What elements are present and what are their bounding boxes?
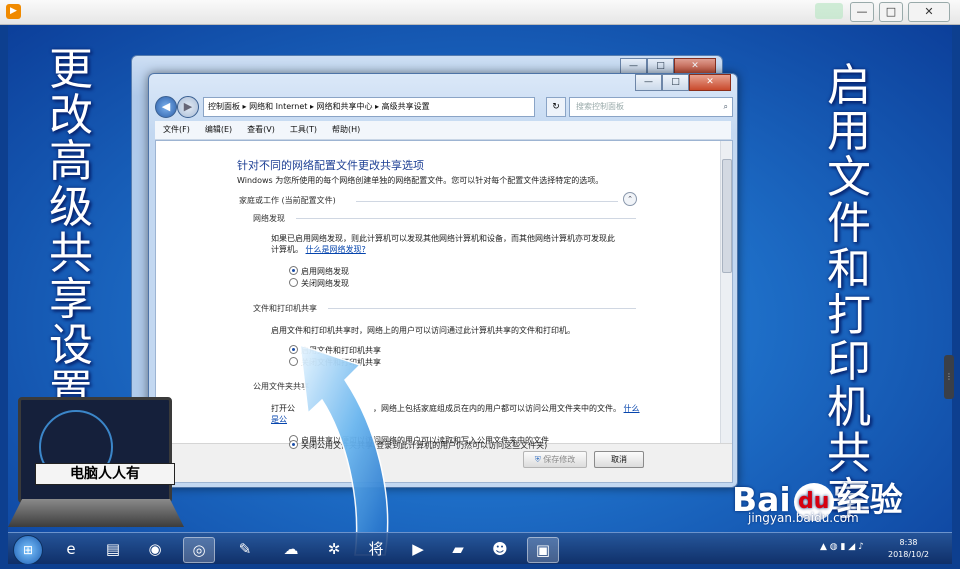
video-area: 更改高级共享设置 启用文件和打印机共享 — □ ✕ — □ ✕ ◀ ▶ 控制面板… — [8, 25, 952, 564]
laptop-label: 电脑人人有 — [35, 463, 175, 485]
refresh-icon[interactable]: ↻ — [546, 97, 566, 117]
address-bar[interactable]: 控制面板 ▸ 网络和 Internet ▸ 网络和共享中心 ▸ 高级共享设置 — [203, 97, 535, 117]
start-button[interactable]: ⊞ — [13, 535, 43, 564]
maximize-button[interactable]: □ — [662, 74, 689, 91]
advanced-sharing-window: — □ ✕ ◀ ▶ 控制面板 ▸ 网络和 Internet ▸ 网络和共享中心 … — [148, 73, 738, 488]
address-row: ◀ ▶ 控制面板 ▸ 网络和 Internet ▸ 网络和共享中心 ▸ 高级共享… — [155, 96, 733, 118]
vertical-scrollbar[interactable] — [720, 141, 732, 443]
baidu-brand-paw: du — [798, 488, 830, 514]
menu-bar: 文件(F) 编辑(E) 查看(V) 工具(T) 帮助(H) — [155, 121, 731, 140]
network-icon[interactable]: ◎ — [183, 537, 215, 563]
address-text: 控制面板 ▸ 网络和 Internet ▸ 网络和共享中心 ▸ 高级共享设置 — [208, 102, 430, 111]
clock[interactable]: 8:38 2018/10/2 — [888, 537, 929, 561]
search-placeholder: 搜索控制面板 — [576, 102, 624, 111]
baidu-url: jingyan.baidu.com — [748, 511, 859, 525]
profile-divider — [356, 201, 618, 202]
player-logo-icon: ▶ — [6, 4, 21, 19]
discovery-off-radio[interactable] — [289, 278, 298, 287]
player-icon[interactable]: ▶ — [403, 537, 433, 561]
discovery-desc-line1: 如果已启用网络发现，则此计算机可以发现其他网络计算机和设备，而其他网络计算机亦可… — [271, 234, 615, 243]
minimize-button[interactable]: — — [635, 74, 662, 91]
profile-header: 家庭或工作 (当前配置文件) — [239, 196, 336, 205]
control-panel-icon[interactable]: ▣ — [527, 537, 559, 563]
cloud-icon[interactable]: ☁ — [276, 537, 306, 561]
cancel-button[interactable]: 取消 — [594, 451, 644, 468]
page-title: 针对不同的网络配置文件更改共享选项 — [237, 159, 424, 172]
discovery-off-option[interactable]: 关闭网络发现 — [289, 278, 349, 289]
network-discovery-heading: 网络发现 — [253, 214, 285, 223]
forward-arrow-icon[interactable]: ▶ — [177, 96, 199, 118]
side-title-left: 更改高级共享设置 — [49, 44, 93, 417]
collapse-chevron-icon[interactable]: ⌃ — [623, 192, 637, 206]
clock-time: 8:38 — [899, 538, 918, 547]
menu-file[interactable]: 文件(F) — [163, 121, 190, 139]
menu-help[interactable]: 帮助(H) — [332, 121, 360, 139]
menu-tools[interactable]: 工具(T) — [290, 121, 317, 139]
player-close-button[interactable]: ✕ — [908, 2, 950, 22]
file-sharing-heading: 文件和打印机共享 — [253, 304, 317, 313]
public-help-link-cont[interactable]: 是公 — [271, 415, 287, 424]
folder-icon[interactable]: ▤ — [98, 537, 128, 561]
player-title-bar: ▶ — □ ✕ — [0, 0, 960, 25]
discovery-on-option[interactable]: 启用网络发现 — [289, 266, 349, 277]
paint-icon[interactable]: ✎ — [230, 537, 260, 561]
side-title-right: 启用文件和打印机共享 — [827, 60, 871, 525]
discovery-desc-line2: 计算机。 — [271, 245, 303, 254]
content-pane: 针对不同的网络配置文件更改共享选项 Windows 为您所使用的每个网络创建单独… — [155, 140, 733, 483]
menu-edit[interactable]: 编辑(E) — [205, 121, 232, 139]
player-corner-icon — [815, 3, 843, 19]
laptop-keyboard — [8, 499, 184, 527]
laptop-logo: 电脑人人有 — [8, 395, 188, 530]
tray-icons[interactable]: ▲ ◍ ▮ ◢ ♪ — [820, 542, 864, 552]
save-changes-button[interactable]: ⛨ 保存修改 — [523, 451, 587, 468]
discovery-help-link[interactable]: 什么是网络发现? — [306, 245, 366, 254]
player-maximize-button[interactable]: □ — [879, 2, 903, 22]
book-icon[interactable]: ▰ — [443, 537, 473, 561]
face-icon[interactable]: ☻ — [485, 537, 515, 561]
ie-icon[interactable]: e — [56, 537, 86, 561]
clock-date: 2018/10/2 — [888, 550, 930, 559]
discovery-on-radio[interactable] — [289, 266, 298, 275]
laptop-screen: 电脑人人有 — [18, 397, 175, 503]
player-side-grip[interactable]: ⋮ — [944, 355, 954, 399]
file-sharing-divider — [328, 308, 636, 309]
chrome-icon[interactable]: ◉ — [140, 537, 170, 561]
pointer-arrow-icon — [299, 343, 389, 556]
jiang-icon[interactable]: 将 — [361, 537, 391, 561]
public-help-link[interactable]: 什么 — [624, 404, 640, 413]
taskbar: ⊞ e ▤ ◉ ◎ ✎ ☁ ✲ 将 ▶ ▰ ☻ ▣ ▲ ◍ ▮ ◢ ♪ 8:38 2018/10/2 — [8, 532, 952, 564]
menu-view[interactable]: 查看(V) — [247, 121, 275, 139]
shield-icon: ⛨ — [534, 455, 541, 464]
page-description: Windows 为您所使用的每个网络创建单独的网络配置文件。您可以针对每个配置文… — [237, 176, 604, 185]
close-button[interactable]: ✕ — [689, 74, 731, 91]
search-input[interactable]: 搜索控制面板 ⌕ — [569, 97, 733, 117]
player-minimize-button[interactable]: — — [850, 2, 874, 22]
scrollbar-thumb[interactable] — [722, 159, 732, 273]
button-bar: 关闭公用文件夹共享(登录到此计算机的用户仍然可以访问这些文件夹) ⛨ 保存修改 … — [156, 440, 732, 482]
discovery-on-label: 启用网络发现 — [301, 267, 349, 276]
discovery-off-label: 关闭网络发现 — [301, 279, 349, 288]
discovery-divider — [296, 218, 636, 219]
back-arrow-icon[interactable]: ◀ — [155, 96, 177, 118]
save-label: 保存修改 — [543, 455, 576, 464]
pinwheel-icon[interactable]: ✲ — [319, 537, 349, 561]
search-icon: ⌕ — [723, 102, 728, 111]
